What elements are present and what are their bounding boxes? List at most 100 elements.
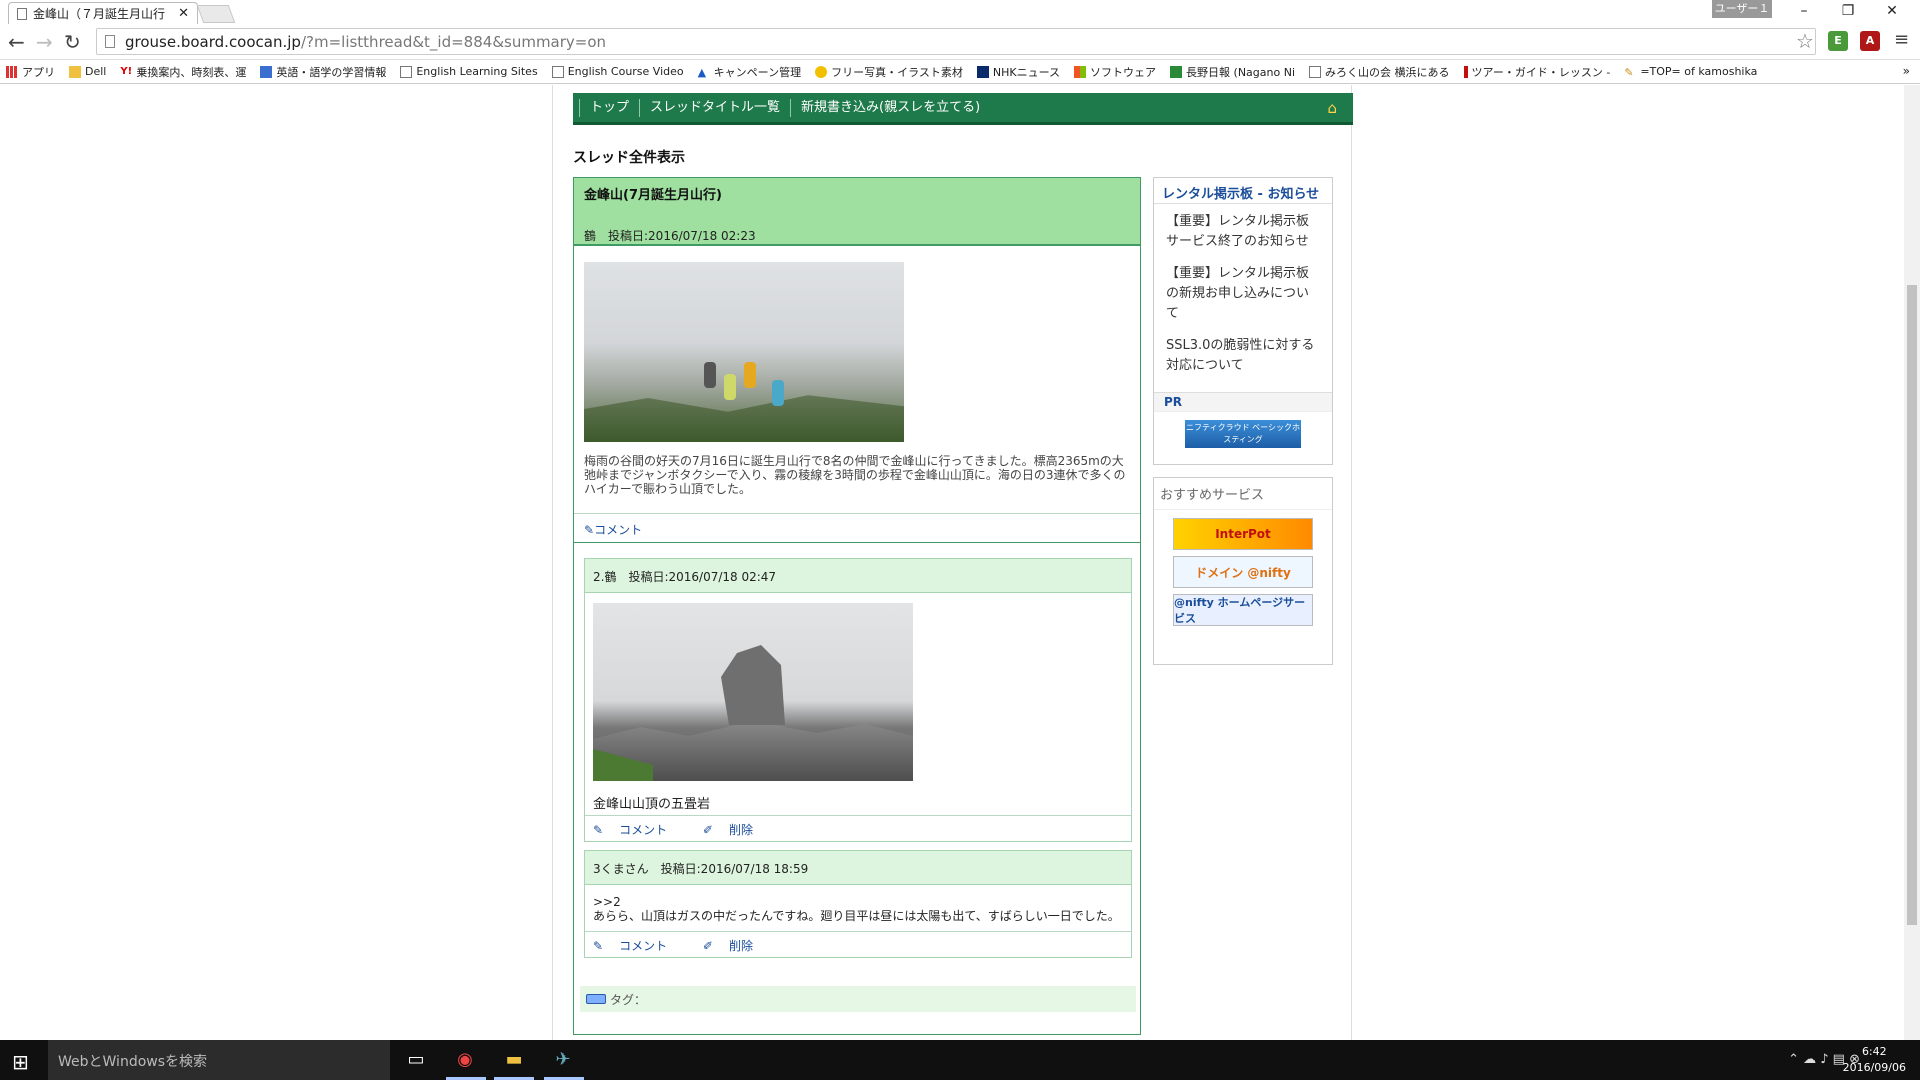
page-icon (105, 35, 115, 48)
chrome-icon[interactable]: ◉ (451, 1046, 479, 1074)
taskbar-search-input[interactable]: WebとWindowsを検索 (48, 1040, 390, 1080)
bookmark-software[interactable]: ソフトウェア (1074, 64, 1156, 80)
reply-body: >>2 あらら、山頂はガスの中だったんですね。廻り目平は昼には太陽も出て、すばら… (593, 895, 1120, 923)
close-window-icon[interactable]: ✕ (1870, 0, 1914, 24)
nav-thread-list-link[interactable]: スレッドタイトル一覧 (639, 98, 790, 117)
bookmark-apps[interactable]: アプリ (6, 64, 55, 80)
app-icon[interactable]: ✈ (549, 1046, 577, 1074)
eraser-icon: ✐ (702, 939, 713, 953)
url-path: /?m=listthread&t_id=884&summary=on (300, 32, 607, 51)
scrollbar-thumb[interactable] (1907, 285, 1917, 925)
pr-label: PR (1154, 392, 1332, 412)
tag-icon (586, 994, 606, 1004)
site-icon: ✎ (1624, 65, 1634, 79)
windows-start-icon[interactable]: ⊞ (12, 1050, 29, 1074)
reply-quote: >>2 (593, 895, 621, 909)
bookmark-free-photo[interactable]: フリー写真・イラスト素材 (815, 64, 963, 80)
page-icon (1309, 65, 1321, 78)
bookmark-tour[interactable]: ツアー・ガイド・レッスン - (1463, 64, 1610, 80)
pencil-icon: ✎ (584, 523, 595, 537)
notice-title: レンタル掲示板 - お知らせ (1154, 178, 1332, 204)
reply-actions: ✎ コメント ✐ 削除 (585, 931, 1131, 957)
pencil-icon: ✎ (593, 939, 604, 953)
nav-top-link[interactable]: トップ (579, 98, 639, 117)
address-bar: ← → ↻ grouse.board.coocan.jp/?m=listthre… (0, 24, 1920, 60)
recommended-title: おすすめサービス (1154, 478, 1332, 510)
bookmark-dell[interactable]: Dell (69, 65, 106, 78)
reply-post: 2.鶴 投稿日:2016/07/18 02:47 金峰山山頂の五畳岩 ✎ コメント… (584, 558, 1132, 842)
thread-meta: 鶴 投稿日:2016/07/18 02:23 (584, 229, 756, 243)
bookmark-english-info[interactable]: 英語・語学の学習情報 (260, 64, 386, 80)
tag-label: タグ： (610, 992, 647, 1007)
page-icon (400, 65, 413, 78)
bookmark-miroku[interactable]: みろく山の会 横浜にある (1309, 64, 1450, 80)
taskbar: ⊞ WebとWindowsを検索 ▭ ◉ ▬ ✈ ⌃ ☁ ♪ ▤ ⊗ 6:42 … (0, 1040, 1920, 1080)
tag-bar: タグ： (580, 986, 1136, 1012)
reload-icon[interactable]: ↻ (64, 30, 81, 54)
bookmark-nagano[interactable]: 長野日報 (Nagano Ni (1170, 64, 1295, 80)
hiker-figure (772, 380, 784, 406)
interpot-banner[interactable]: InterPot (1173, 518, 1313, 550)
homepage-service-banner[interactable]: @nifty ホームページサービス (1173, 594, 1313, 626)
tab-title: 金峰山（７月誕生月山行 (33, 7, 166, 21)
scrollbar[interactable] (1904, 85, 1920, 1040)
new-tab-button[interactable] (196, 5, 236, 23)
comment-link[interactable]: コメント (594, 523, 642, 537)
back-icon[interactable]: ← (8, 30, 25, 54)
apps-icon (6, 65, 18, 78)
thread-title: 金峰山(7月誕生月山行) (584, 188, 722, 203)
home-icon[interactable]: ⌂ (1327, 99, 1337, 117)
delete-link[interactable]: ✐ 削除 (703, 823, 769, 837)
thread-body: 梅雨の谷間の好天の7月16日に誕生月山行で8名の仲間で金峰山に行ってきました。標… (584, 454, 1126, 496)
pr-banner[interactable]: ニフティクラウド ベーシックホスティング (1185, 420, 1301, 448)
comment-link[interactable]: ✎ コメント (593, 823, 683, 837)
site-icon (1170, 65, 1183, 78)
hiker-figure (704, 362, 716, 388)
reply-meta: 3くまさん 投稿日:2016/07/18 18:59 (585, 851, 1131, 885)
comment-link[interactable]: ✎ コメント (593, 939, 683, 953)
file-explorer-icon[interactable]: ▬ (500, 1046, 528, 1074)
notice-link[interactable]: 【重要】レンタル掲示板サービス終了のお知らせ (1166, 212, 1320, 252)
notice-link[interactable]: SSL3.0の脆弱性に対する対応について (1166, 336, 1320, 376)
site-icon (815, 65, 828, 78)
reply-post: 3くまさん 投稿日:2016/07/18 18:59 >>2 あらら、山頂はガス… (584, 850, 1132, 958)
acrobat-icon[interactable]: A (1860, 31, 1880, 51)
nhk-icon (976, 65, 989, 78)
adwords-icon: ▲ (697, 65, 707, 79)
bookmark-campaign[interactable]: ▲ キャンペーン管理 (698, 64, 801, 80)
bookmark-english-video[interactable]: English Course Video (551, 65, 684, 78)
browser-tab[interactable]: 金峰山（７月誕生月山行 ✕ (8, 2, 198, 24)
bookmarks-bar: アプリ Dell Y! 乗換案内、時刻表、運 英語・語学の学習情報 English… (0, 60, 1920, 84)
close-tab-icon[interactable]: ✕ (178, 6, 189, 21)
reply-text: あらら、山頂はガスの中だったんですね。廻り目平は昼には太陽も出て、すばらしい一日… (593, 909, 1120, 923)
bookmark-kamoshika[interactable]: ✎ =TOP= of kamoshika (1624, 65, 1757, 79)
thread-panel: 金峰山(7月誕生月山行) 鶴 投稿日:2016/07/18 02:23 梅雨の谷… (573, 177, 1141, 1035)
task-view-icon[interactable]: ▭ (402, 1046, 430, 1074)
nav-new-post-link[interactable]: 新規書き込み(親スレを立てる) (790, 98, 990, 117)
forward-icon[interactable]: → (36, 30, 53, 54)
bookmarks-overflow-icon[interactable]: » (1903, 64, 1910, 78)
restore-icon[interactable]: ❐ (1826, 0, 1870, 24)
url-host: grouse.board.coocan.jp (125, 32, 301, 51)
bookmark-english-sites[interactable]: English Learning Sites (400, 65, 538, 78)
reply-photo[interactable] (593, 603, 913, 781)
evernote-icon[interactable]: E (1828, 31, 1848, 51)
notice-box: レンタル掲示板 - お知らせ 【重要】レンタル掲示板サービス終了のお知らせ 【重… (1153, 177, 1333, 465)
microsoft-icon (1074, 65, 1087, 78)
notice-list: 【重要】レンタル掲示板サービス終了のお知らせ 【重要】レンタル掲示板の新規お申し… (1154, 204, 1332, 392)
bookmark-star-icon[interactable]: ☆ (1796, 29, 1814, 53)
url-input[interactable]: grouse.board.coocan.jp/?m=listthread&t_i… (96, 28, 1816, 55)
bookmark-nhk[interactable]: NHKニュース (976, 64, 1060, 80)
notice-link[interactable]: 【重要】レンタル掲示板の新規お申し込みについて (1166, 264, 1320, 324)
reply-caption: 金峰山山頂の五畳岩 (593, 797, 711, 812)
domain-banner[interactable]: ドメイン @nifty (1173, 556, 1313, 588)
browser-menu-icon[interactable]: ≡ (1894, 29, 1909, 50)
bookmark-transit[interactable]: Y! 乗換案内、時刻表、運 (120, 64, 246, 80)
clock[interactable]: 6:42 2016/09/06 (1843, 1044, 1906, 1076)
thread-photo[interactable] (584, 262, 904, 442)
site-icon (1463, 65, 1468, 78)
minimize-icon[interactable]: – (1782, 0, 1826, 24)
user-badge[interactable]: ユーザー１ (1712, 0, 1772, 18)
folder-icon (69, 65, 81, 78)
delete-link[interactable]: ✐ 削除 (703, 939, 769, 953)
